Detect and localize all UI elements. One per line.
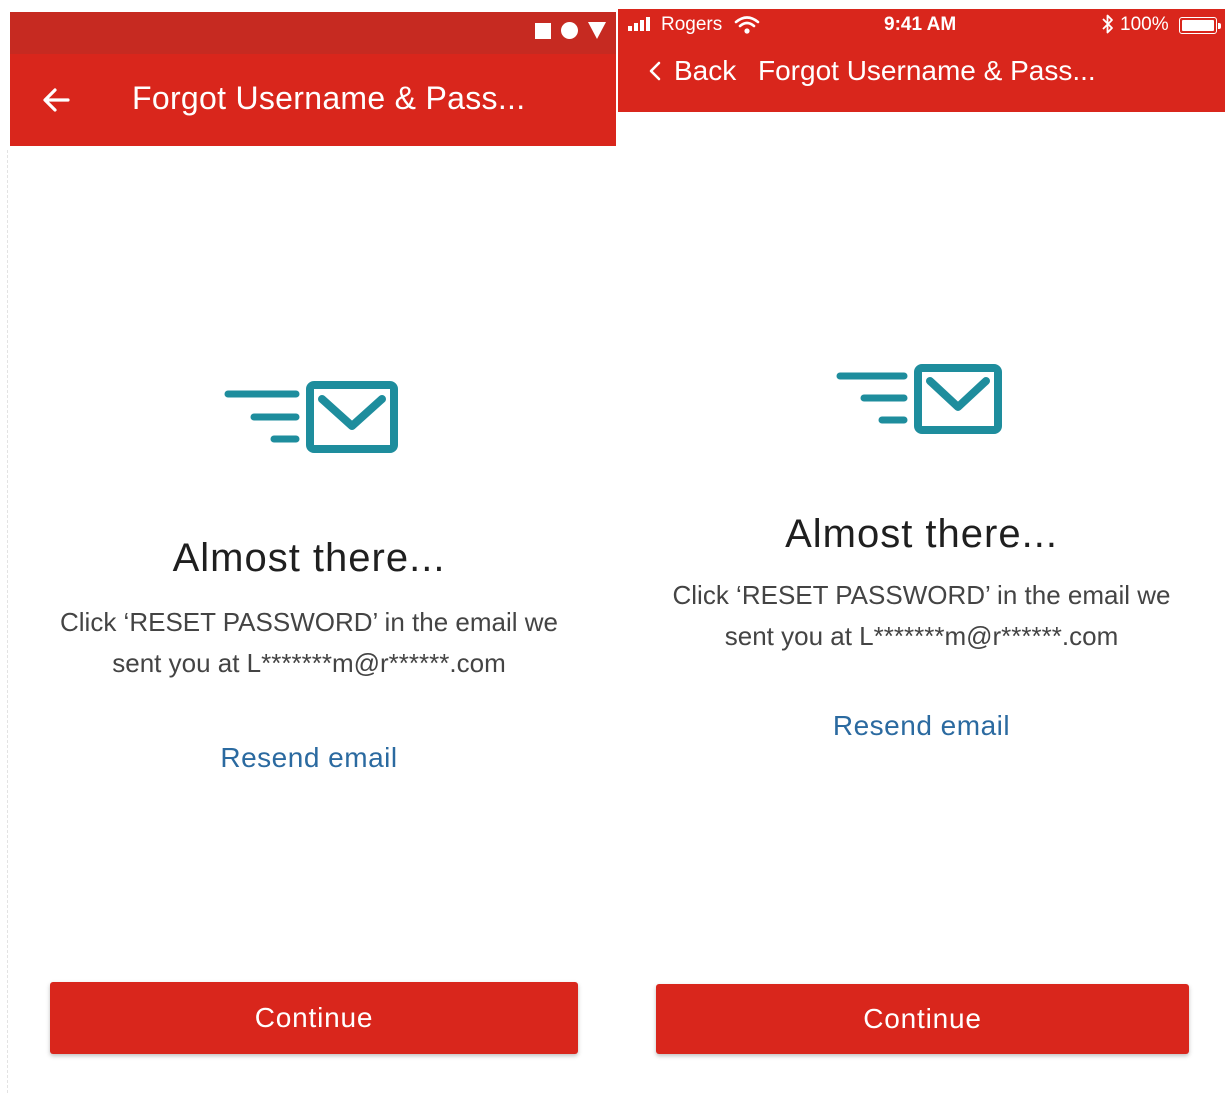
ios-screen: Rogers 9:41 AM 100% Back Forgot Username… — [618, 0, 1225, 1093]
android-screen: Forgot Username & Pass... Almost there..… — [0, 0, 618, 1093]
instruction-line-1: Click ‘RESET PASSWORD’ in the email we — [672, 580, 1171, 610]
instruction-line-1: Click ‘RESET PASSWORD’ in the email we — [60, 607, 558, 637]
bluetooth-icon — [1102, 14, 1113, 34]
page-title: Forgot Username & Pass... — [758, 55, 1096, 86]
resend-email-link[interactable]: Resend email — [220, 742, 397, 773]
triangle-icon — [588, 22, 606, 39]
back-label: Back — [674, 55, 737, 86]
heading-almost-there: Almost there... — [785, 512, 1058, 556]
status-time: 9:41 AM — [884, 14, 957, 35]
instruction-line-2: sent you at L*******m@r******.com — [724, 621, 1119, 651]
continue-button[interactable]: Continue — [656, 984, 1189, 1054]
email-sent-icon — [224, 381, 400, 460]
resend-email-container: Resend email — [618, 710, 1225, 742]
signal-bars-icon — [628, 17, 650, 31]
ios-header: Rogers 9:41 AM 100% Back Forgot Username… — [618, 9, 1225, 112]
square-icon — [535, 22, 551, 39]
heading-almost-there: Almost there... — [172, 536, 446, 580]
ios-nav-bar: Back Forgot Username & Pass... — [618, 49, 1225, 99]
instruction-text: Click ‘RESET PASSWORD’ in the email we s… — [0, 602, 618, 684]
wifi-icon — [734, 16, 760, 34]
continue-button[interactable]: Continue — [50, 982, 578, 1054]
circle-icon — [561, 22, 578, 39]
carrier-name: Rogers — [661, 14, 723, 35]
email-sent-icon — [836, 364, 1004, 441]
back-button[interactable]: Back — [648, 55, 736, 87]
android-app-bar: Forgot Username & Pass... — [10, 54, 616, 146]
ios-status-bar: Rogers 9:41 AM 100% — [618, 9, 1225, 43]
back-arrow-icon[interactable] — [40, 84, 72, 116]
chevron-left-icon — [649, 61, 661, 81]
instruction-line-2: sent you at L*******m@r******.com — [112, 648, 506, 678]
resend-email-container: Resend email — [0, 742, 618, 774]
resend-email-link[interactable]: Resend email — [833, 710, 1010, 741]
instruction-text: Click ‘RESET PASSWORD’ in the email we s… — [618, 575, 1225, 657]
battery-percentage: 100% — [1120, 14, 1169, 35]
android-status-bar — [10, 12, 616, 54]
page-title: Forgot Username & Pass... — [132, 80, 526, 116]
battery-icon — [1179, 17, 1221, 34]
